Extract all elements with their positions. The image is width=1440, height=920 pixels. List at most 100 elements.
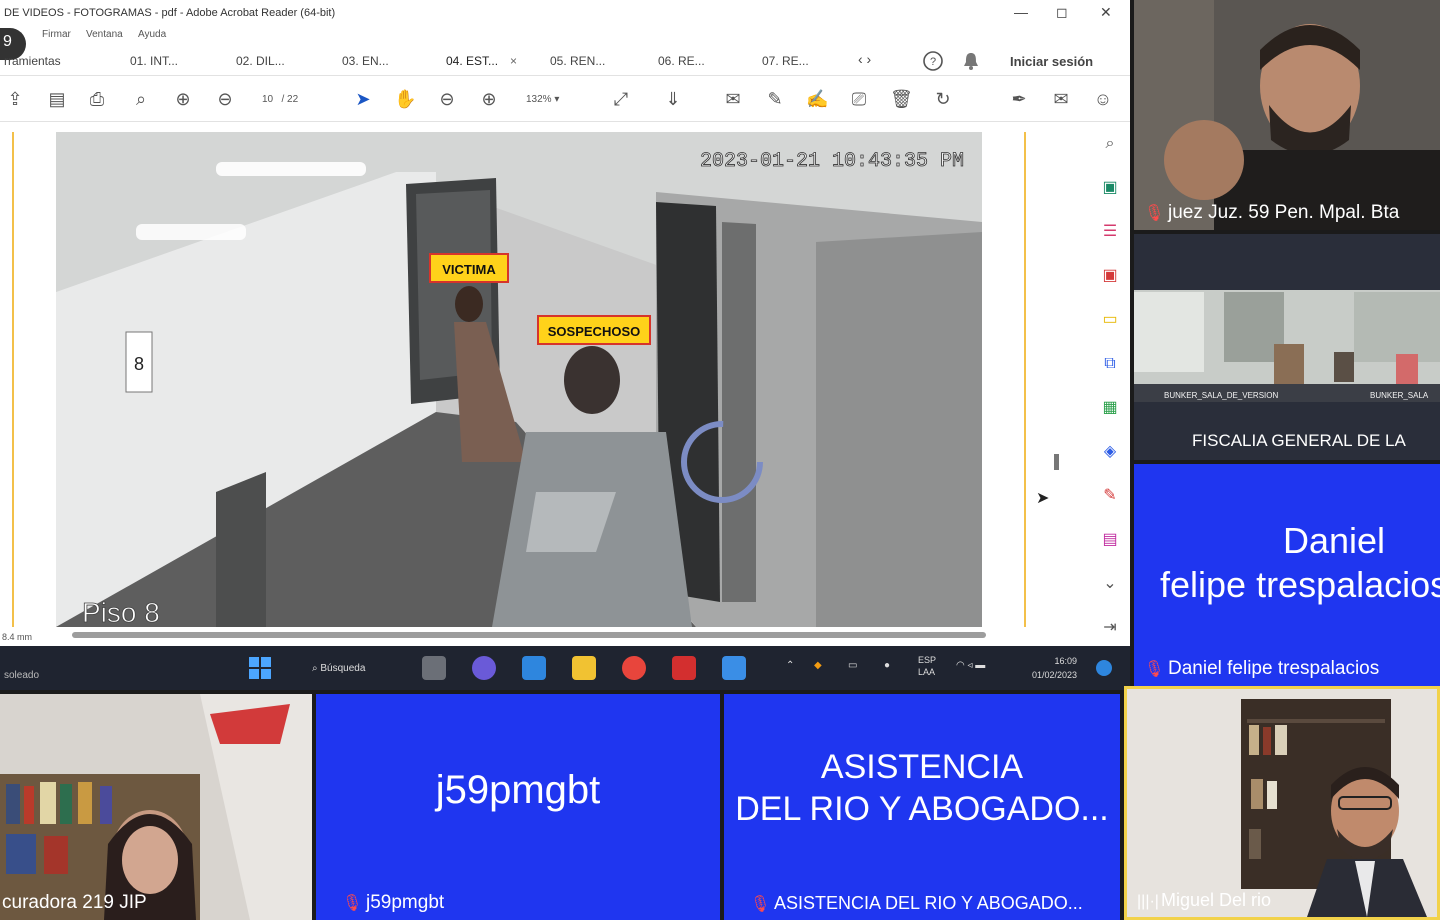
comment-side-icon[interactable]: ▭ bbox=[1098, 308, 1122, 332]
miguel-name: Miguel Del rio bbox=[1161, 890, 1272, 910]
tab-02[interactable]: 02. DIL... bbox=[236, 54, 285, 68]
window-titlebar: DE VIDEOS - FOTOGRAMAS - pdf - Adobe Acr… bbox=[0, 0, 1130, 26]
delete-icon[interactable]: 🗑 bbox=[890, 88, 913, 110]
tab-scroll-arrows[interactable]: ‹ › bbox=[858, 51, 871, 67]
search-icon[interactable]: ⌕ bbox=[1098, 132, 1122, 156]
tab-herramientas[interactable]: rramientas bbox=[4, 54, 61, 68]
menu-firmar[interactable]: Firmar bbox=[42, 29, 71, 40]
stamp-icon[interactable]: ⎚ bbox=[848, 88, 870, 110]
fit-page-icon[interactable]: ⤢ bbox=[610, 88, 632, 110]
rotate-icon[interactable]: ↻ bbox=[932, 88, 954, 110]
tab-03[interactable]: 03. EN... bbox=[342, 54, 389, 68]
page-size-info: 8.4 mm bbox=[2, 632, 33, 642]
page-indicator[interactable]: 10 / 22 bbox=[262, 94, 298, 105]
vertical-scroll-thumb[interactable] bbox=[1054, 454, 1059, 470]
app-taskbar-icon[interactable] bbox=[722, 656, 746, 680]
page-current[interactable]: 10 bbox=[262, 94, 273, 105]
participant-daniel-tile[interactable]: Daniel felipe trespalacios 🎙 Daniel felip… bbox=[1134, 464, 1440, 686]
chrome-icon[interactable] bbox=[622, 656, 646, 680]
page-up-icon[interactable]: ⊕ bbox=[172, 88, 194, 110]
sign-icon[interactable]: ✒ bbox=[1008, 88, 1030, 110]
tray-keyboard-icon[interactable]: ▭ bbox=[848, 660, 857, 671]
zoom-search-icon[interactable]: ⌕ bbox=[130, 88, 152, 110]
task-view-icon[interactable] bbox=[422, 656, 446, 680]
page-total: / 22 bbox=[281, 94, 299, 105]
participant-j59pmgbt-tile[interactable]: j59pmgbt 🎙 j59pmgbt bbox=[316, 694, 720, 920]
participant-judge-tile[interactable]: 🎙 juez Juz. 59 Pen. Mpal. Bta bbox=[1134, 0, 1440, 230]
clock-date[interactable]: 01/02/2023 bbox=[1032, 670, 1077, 680]
hand-tool-icon[interactable]: ✋ bbox=[394, 88, 416, 110]
j59pmgbt-name: j59pmgbt bbox=[366, 892, 445, 913]
room-label-right: BUNKER_SALA bbox=[1370, 391, 1429, 400]
minimize-icon[interactable]: — bbox=[1014, 4, 1028, 20]
menu-ayuda[interactable]: Ayuda bbox=[138, 29, 166, 40]
scan-ocr-icon[interactable]: ◈ bbox=[1098, 440, 1122, 464]
mail-icon[interactable]: ✉ bbox=[1050, 88, 1072, 110]
clock-time[interactable]: 16:09 bbox=[1055, 656, 1078, 666]
maximize-icon[interactable]: ◻ bbox=[1056, 4, 1068, 21]
mail-app-icon[interactable] bbox=[522, 656, 546, 680]
export-pdf-icon[interactable]: ▣ bbox=[1098, 176, 1122, 200]
organize-pages-icon[interactable]: ☰ bbox=[1098, 220, 1122, 244]
bell-icon[interactable] bbox=[962, 51, 980, 71]
tray-chevron-icon[interactable]: ⌃ bbox=[786, 660, 794, 671]
document-area[interactable]: 8 VICTIMA SOSPECHOSO 2023-01-21 10:43:35… bbox=[0, 124, 1090, 644]
acrobat-taskbar-icon[interactable] bbox=[672, 656, 696, 680]
print-icon[interactable]: ⎙ bbox=[86, 88, 108, 110]
tab-close-icon[interactable]: × bbox=[510, 54, 517, 68]
participant-fiscalia-tile[interactable]: BUNKER_SALA_DE_VERSION BUNKER_SALA FISCA… bbox=[1134, 234, 1440, 460]
tab-01[interactable]: 01. INT... bbox=[130, 54, 178, 68]
mic-muted-icon: 🎙 bbox=[750, 896, 771, 913]
teams-chat-icon[interactable] bbox=[472, 656, 496, 680]
participant-miguel-tile[interactable]: |||·| Miguel Del rio bbox=[1124, 686, 1440, 920]
zoom-level[interactable]: 132% ▾ bbox=[526, 94, 559, 105]
help-icon[interactable]: ? bbox=[922, 50, 944, 72]
window-title: DE VIDEOS - FOTOGRAMAS - pdf - Adobe Acr… bbox=[4, 7, 336, 19]
horizontal-scrollbar[interactable] bbox=[72, 632, 986, 638]
judge-name: juez Juz. 59 Pen. Mpal. Bta bbox=[1168, 202, 1400, 223]
upload-cloud-icon[interactable]: ⇪ bbox=[4, 88, 26, 110]
collapse-panel-icon[interactable]: ⌄ bbox=[1098, 572, 1122, 596]
taskbar-clock[interactable]: 16:09 01/02/2023 bbox=[1032, 654, 1077, 682]
participant-procuradora-tile[interactable]: curadora 219 JIP bbox=[0, 694, 312, 920]
draw-icon[interactable]: ✍ bbox=[806, 88, 828, 110]
page-down-icon[interactable]: ⊖ bbox=[214, 88, 236, 110]
zoom-value[interactable]: 132% bbox=[526, 94, 552, 105]
zoom-out-icon[interactable]: ⊖ bbox=[436, 88, 458, 110]
create-pdf-side-icon[interactable]: ▣ bbox=[1098, 264, 1122, 288]
protect-icon[interactable]: ▤ bbox=[1098, 528, 1122, 552]
tray-app-icon[interactable]: ◆ bbox=[814, 660, 822, 671]
combine-files-icon[interactable]: ⧉ bbox=[1098, 352, 1122, 376]
tab-05[interactable]: 05. REN... bbox=[550, 54, 605, 68]
taskbar-search[interactable]: ⌕ Búsqueda bbox=[304, 658, 396, 680]
tab-07[interactable]: 07. RE... bbox=[762, 54, 809, 68]
highlight-pen-icon[interactable]: ✎ bbox=[764, 88, 786, 110]
close-icon[interactable]: ✕ bbox=[1100, 4, 1112, 21]
edit-pdf-icon[interactable]: ▦ bbox=[1098, 396, 1122, 420]
expand-panel-icon[interactable]: ⇥ bbox=[1098, 616, 1122, 640]
miguel-name-label: |||·| Miguel Del rio bbox=[1127, 883, 1437, 917]
scroll-mode-icon[interactable]: ⇓ bbox=[662, 88, 684, 110]
fill-sign-icon[interactable]: ✎ bbox=[1098, 484, 1122, 508]
share-user-icon[interactable]: ☺ bbox=[1092, 88, 1114, 110]
windows-start-icon[interactable] bbox=[248, 656, 272, 680]
language-indicator[interactable]: ESP LAA bbox=[918, 654, 936, 678]
file-explorer-icon[interactable] bbox=[572, 656, 596, 680]
lang-layout[interactable]: LAA bbox=[918, 667, 935, 677]
signin-button[interactable]: Iniciar sesión bbox=[1010, 54, 1093, 69]
taskbar-search-label[interactable]: Búsqueda bbox=[320, 663, 365, 674]
lang-code[interactable]: ESP bbox=[918, 655, 936, 665]
select-pointer-icon[interactable]: ➤ bbox=[352, 88, 374, 110]
create-pdf-icon[interactable]: ▤ bbox=[46, 88, 68, 110]
wifi-volume-icon[interactable]: ◠ ◃ ▬ bbox=[956, 660, 985, 671]
comment-icon[interactable]: ✉ bbox=[722, 88, 744, 110]
zoom-in-icon[interactable]: ⊕ bbox=[478, 88, 500, 110]
tab-06[interactable]: 06. RE... bbox=[658, 54, 705, 68]
notification-icon[interactable] bbox=[1096, 660, 1112, 676]
participant-asistencia-tile[interactable]: ASISTENCIA DEL RIO Y ABOGADO... 🎙 ASISTEN… bbox=[724, 694, 1120, 920]
tray-mic-icon[interactable]: ● bbox=[884, 660, 890, 671]
menu-ventana[interactable]: Ventana bbox=[86, 29, 123, 40]
tab-04-active[interactable]: 04. EST... bbox=[446, 54, 498, 68]
j59pmgbt-display-name: j59pmgbt bbox=[435, 768, 601, 812]
asistencia-line2: DEL RIO Y ABOGADO... bbox=[735, 790, 1109, 828]
